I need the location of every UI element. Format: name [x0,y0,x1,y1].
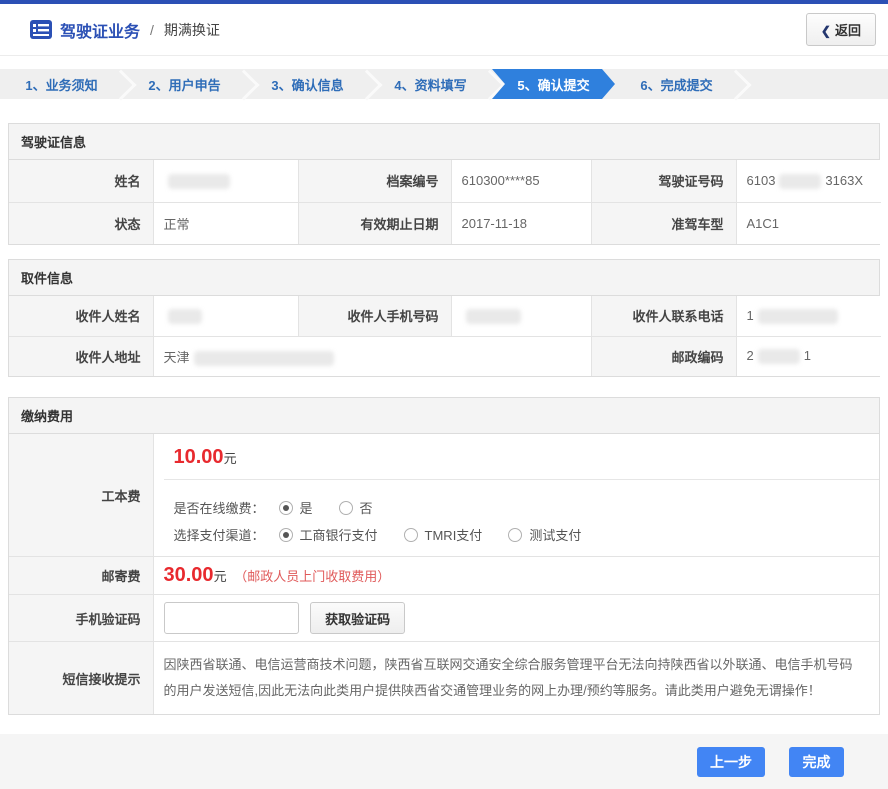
card-fee-unit: 元 [224,451,237,466]
online-pay-line: 是否在线缴费： 是 否 [174,498,870,517]
back-button[interactable]: ❮ 返回 [806,13,876,46]
fees-table: 工本费 10.00元 是否在线缴费： 是 否 选择支付渠道： 工商银行支付 [9,434,879,714]
name-label: 姓名 [9,160,153,202]
radio-selected-icon[interactable] [279,501,293,515]
sms-code-row: 手机验证码 获取验证码 [9,595,879,642]
redacted-text [779,174,821,189]
sms-notice-label: 短信接收提示 [9,642,153,715]
postage-note: （邮政人员上门收取费用） [234,569,390,584]
list-icon [30,20,52,39]
postage-unit: 元 [214,569,227,584]
back-button-label: 返回 [835,23,861,38]
pickup-section-title: 取件信息 [9,260,879,296]
step-5-confirm-submit[interactable]: 5、确认提交 [492,69,615,99]
table-row: 姓名 档案编号 610300****85 驾驶证号码 61033163X [9,160,881,202]
chevron-left-icon: ❮ [821,24,831,38]
license-info-section: 驾驶证信息 姓名 档案编号 610300****85 驾驶证号码 6103316… [8,123,880,245]
channel-tmri-radio[interactable]: TMRI支付 [404,525,483,544]
redacted-text [758,309,838,324]
valid-until-label: 有效期止日期 [298,202,451,244]
postal-code-value: 21 [736,336,881,376]
get-code-button[interactable]: 获取验证码 [310,602,405,634]
page-header: 驾驶证业务 / 期满换证 ❮ 返回 [0,4,888,56]
radio-unselected-icon[interactable] [404,528,418,542]
radio-selected-icon[interactable] [279,528,293,542]
redacted-text [758,349,800,364]
radio-unselected-icon[interactable] [508,528,522,542]
table-row: 状态 正常 有效期止日期 2017-11-18 准驾车型 A1C1 [9,202,881,244]
step-6-complete-submit[interactable]: 6、完成提交 [615,69,738,99]
license-info-table: 姓名 档案编号 610300****85 驾驶证号码 61033163X 状态 … [9,160,881,244]
fees-section-title: 缴纳费用 [9,398,879,434]
sms-code-value: 获取验证码 [153,595,879,642]
sms-notice-text: 因陕西省联通、电信运营商技术问题，陕西省互联网交通安全综合服务管理平台无法向持陕… [153,642,879,715]
finish-button[interactable]: 完成 [789,747,844,777]
card-fee-amount: 10.00 [174,446,224,468]
previous-step-button[interactable]: 上一步 [697,747,765,777]
online-pay-label: 是否在线缴费： [174,498,265,517]
file-no-value: 610300****85 [451,160,591,202]
recipient-phone-value: 1 [736,296,881,336]
vehicle-class-value: A1C1 [736,202,881,244]
fees-section: 缴纳费用 工本费 10.00元 是否在线缴费： 是 否 [8,397,880,715]
file-no-label: 档案编号 [298,160,451,202]
sms-code-input[interactable] [164,602,299,634]
pickup-info-section: 取件信息 收件人姓名 收件人手机号码 收件人联系电话 1 收件人地址 天津 邮政… [8,259,880,377]
license-no-value: 61033163X [736,160,881,202]
sms-code-label: 手机验证码 [9,595,153,642]
recipient-address-value: 天津 [153,336,591,376]
redacted-text [168,309,202,324]
footer-action-bar: 上一步 完成 [0,734,888,789]
postage-label: 邮寄费 [9,557,153,595]
step-3-confirm-info[interactable]: 3、确认信息 [246,69,369,99]
sms-notice-row: 短信接收提示 因陕西省联通、电信运营商技术问题，陕西省互联网交通安全综合服务管理… [9,642,879,715]
channel-line: 选择支付渠道： 工商银行支付 TMRI支付 测试支付 [174,525,870,544]
recipient-name-value [153,296,298,336]
vehicle-class-label: 准驾车型 [591,202,736,244]
recipient-name-label: 收件人姓名 [9,296,153,336]
recipient-mobile-value [451,296,591,336]
page-subtitle: 期满换证 [164,20,220,40]
card-fee-label: 工本费 [9,434,153,557]
card-fee-row: 工本费 10.00元 是否在线缴费： 是 否 选择支付渠道： 工商银行支付 [9,434,879,557]
postal-code-label: 邮政编码 [591,336,736,376]
table-row: 收件人姓名 收件人手机号码 收件人联系电话 1 [9,296,881,336]
table-row: 收件人地址 天津 邮政编码 21 [9,336,881,376]
step-bar-filler [738,69,888,99]
recipient-address-label: 收件人地址 [9,336,153,376]
valid-until-value: 2017-11-18 [451,202,591,244]
status-label: 状态 [9,202,153,244]
license-no-label: 驾驶证号码 [591,160,736,202]
breadcrumb: 驾驶证业务 / 期满换证 [30,18,220,42]
postage-row: 邮寄费 30.00元 （邮政人员上门收取费用） [9,557,879,595]
status-value: 正常 [153,202,298,244]
online-pay-yes-radio[interactable]: 是 [279,498,313,517]
redacted-text [168,174,230,189]
license-section-title: 驾驶证信息 [9,124,879,160]
step-1-business-notice[interactable]: 1、业务须知 [0,69,123,99]
redacted-text [466,309,521,324]
page-title: 驾驶证业务 [60,18,140,42]
redacted-text [194,351,334,366]
page: 驾驶证业务 / 期满换证 ❮ 返回 1、业务须知 2、用户申告 3、确认信息 4、… [0,0,888,756]
recipient-mobile-label: 收件人手机号码 [298,296,451,336]
step-breadcrumb: 1、业务须知 2、用户申告 3、确认信息 4、资料填写 5、确认提交 6、完成提… [0,69,888,99]
card-fee-value: 10.00元 是否在线缴费： 是 否 选择支付渠道： 工商银行支付 TMRI支付 [153,434,879,557]
radio-unselected-icon[interactable] [339,501,353,515]
recipient-phone-label: 收件人联系电话 [591,296,736,336]
payment-options: 是否在线缴费： 是 否 选择支付渠道： 工商银行支付 TMRI支付 测试支付 [164,479,880,556]
channel-test-radio[interactable]: 测试支付 [508,525,581,544]
name-value [153,160,298,202]
step-4-fill-data[interactable]: 4、资料填写 [369,69,492,99]
postage-amount: 30.00 [164,564,214,586]
channel-label: 选择支付渠道： [174,525,265,544]
breadcrumb-separator: / [150,22,154,38]
step-2-user-declaration[interactable]: 2、用户申告 [123,69,246,99]
card-fee-amount-line: 10.00元 [164,434,880,479]
pickup-info-table: 收件人姓名 收件人手机号码 收件人联系电话 1 收件人地址 天津 邮政编码 21 [9,296,881,376]
postage-value: 30.00元 （邮政人员上门收取费用） [153,557,879,595]
online-pay-no-radio[interactable]: 否 [339,498,373,517]
channel-icbc-radio[interactable]: 工商银行支付 [279,525,378,544]
